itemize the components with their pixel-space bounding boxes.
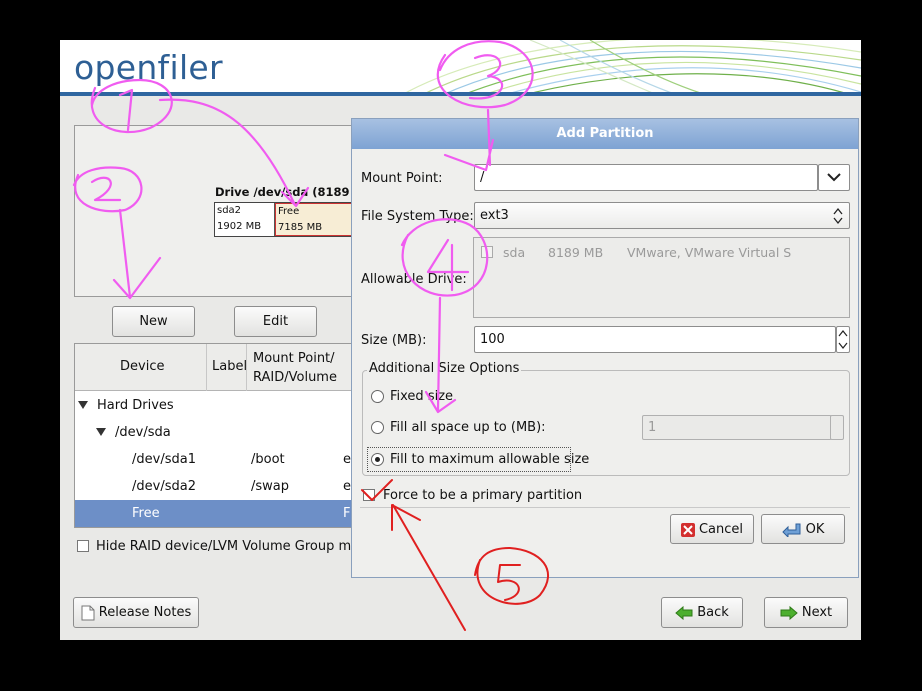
fixed-size-radio[interactable] — [371, 390, 384, 403]
edit-button[interactable]: Edit — [234, 306, 317, 337]
hide-raid-checkbox[interactable] — [77, 540, 89, 552]
fixed-size-label: Fixed size — [390, 389, 454, 404]
tree-header: Device Label Mount Point/ RAID/Volume — [75, 344, 363, 391]
row-device: /dev/sda1 — [132, 452, 196, 467]
mount-point-dropdown-button[interactable] — [818, 164, 850, 191]
row-device: Hard Drives — [97, 398, 174, 413]
cancel-label: Cancel — [698, 522, 744, 537]
column-device[interactable]: Device — [75, 344, 207, 391]
hide-raid-label: Hide RAID device/LVM Volume Group mem — [96, 539, 372, 554]
additional-size-options-group: Additional Size Options Fixed size Fill … — [362, 361, 850, 476]
cancel-button[interactable]: Cancel — [670, 514, 754, 544]
drive-title: Drive /dev/sda (8189 MB — [215, 185, 374, 199]
new-button[interactable]: New — [112, 306, 195, 337]
header: openfiler — [60, 40, 861, 96]
tree-row-free[interactable]: Free F — [75, 500, 363, 527]
drive-map-panel: Drive /dev/sda (8189 MB sda2 1902 MB Fre… — [74, 125, 374, 297]
fill-up-to-label: Fill all space up to (MB): — [390, 420, 546, 435]
size-input[interactable]: 100 — [474, 326, 836, 353]
mount-point-label: Mount Point: — [361, 171, 443, 186]
next-button[interactable]: Next — [764, 597, 848, 628]
fill-up-to-spinner[interactable] — [830, 415, 844, 440]
column-mount-point[interactable]: Mount Point/ RAID/Volume — [247, 344, 363, 391]
next-label: Next — [801, 605, 833, 620]
openfiler-logo: openfiler — [74, 48, 223, 87]
column-device-label: Device — [120, 359, 165, 374]
segment-name: sda2 — [217, 205, 242, 216]
tree-row-dev-sda[interactable]: /dev/sda — [75, 419, 363, 446]
device-tree[interactable]: Device Label Mount Point/ RAID/Volume Ha… — [74, 343, 364, 528]
row-device: /dev/sda2 — [132, 479, 196, 494]
partition-segment-sda2[interactable]: sda2 1902 MB — [215, 203, 275, 236]
fill-up-to-input[interactable]: 1 — [642, 415, 832, 440]
select-arrows-icon — [833, 207, 843, 225]
fill-max-radio[interactable] — [371, 453, 384, 466]
release-notes-label: Release Notes — [98, 605, 192, 620]
back-arrow-icon — [675, 605, 693, 620]
fs-type-select[interactable]: ext3 — [474, 202, 850, 229]
ok-button[interactable]: OK — [761, 514, 845, 544]
row-mount-point: /boot — [251, 452, 285, 467]
fill-max-label: Fill to maximum allowable size — [390, 452, 590, 467]
drive-model: VMware, VMware Virtual S — [627, 245, 792, 260]
additional-size-options-label: Additional Size Options — [367, 361, 522, 376]
spinner-arrows-icon — [838, 330, 848, 349]
add-partition-dialog: Add Partition Mount Point: / File System… — [351, 118, 859, 578]
drive-name: sda — [503, 245, 526, 260]
installer-window: openfiler Drive /dev/sda (8189 MB sda2 1… — [60, 40, 861, 640]
release-notes-button[interactable]: Release Notes — [73, 597, 199, 628]
tree-row-sda2[interactable]: /dev/sda2 /swap e — [75, 473, 363, 500]
row-device: /dev/sda — [115, 425, 171, 440]
size-label: Size (MB): — [361, 333, 427, 348]
row-device: Free — [132, 506, 160, 521]
segment-size: 1902 MB — [217, 221, 262, 232]
dialog-separator — [360, 507, 850, 508]
column-label-label: Label — [212, 359, 248, 374]
size-spinner[interactable] — [836, 326, 850, 353]
fill-up-to-radio[interactable] — [371, 421, 384, 434]
row-mount-point: /swap — [251, 479, 290, 494]
cancel-x-icon — [680, 522, 695, 537]
tree-row-sda1[interactable]: /dev/sda1 /boot e — [75, 446, 363, 473]
ok-enter-arrow-icon — [781, 523, 801, 537]
allowable-drives-list[interactable]: sda 8189 MB VMware, VMware Virtual S — [473, 237, 850, 318]
back-label: Back — [697, 605, 729, 620]
primary-partition-checkbox[interactable] — [363, 489, 375, 501]
back-button[interactable]: Back — [661, 597, 743, 628]
header-accent-bar — [60, 92, 861, 96]
row-type: F — [343, 506, 351, 521]
row-type: e — [343, 479, 351, 494]
expander-icon[interactable] — [96, 428, 106, 436]
drive-sda-checkbox[interactable] — [481, 246, 493, 258]
ok-label: OK — [805, 522, 825, 537]
dialog-title: Add Partition — [352, 119, 858, 149]
next-arrow-icon — [780, 605, 798, 620]
allowable-drives-label: Allowable Drive: — [361, 272, 467, 287]
expander-icon[interactable] — [78, 401, 88, 409]
tree-row-hard-drives[interactable]: Hard Drives — [75, 392, 363, 419]
fs-type-label: File System Type: — [361, 209, 474, 224]
drive-size: 8189 MB — [548, 245, 604, 260]
primary-partition-label: Force to be a primary partition — [383, 488, 583, 503]
drive-partition-bar: sda2 1902 MB Free 7185 MB — [214, 202, 365, 237]
column-mount-point-label: Mount Point/ RAID/Volume — [253, 351, 337, 385]
chevron-down-icon — [827, 173, 841, 182]
mount-point-input[interactable]: / — [474, 164, 818, 191]
document-icon — [81, 605, 95, 620]
fs-type-value: ext3 — [480, 208, 509, 223]
row-type: e — [343, 452, 351, 467]
column-label[interactable]: Label — [207, 344, 247, 391]
